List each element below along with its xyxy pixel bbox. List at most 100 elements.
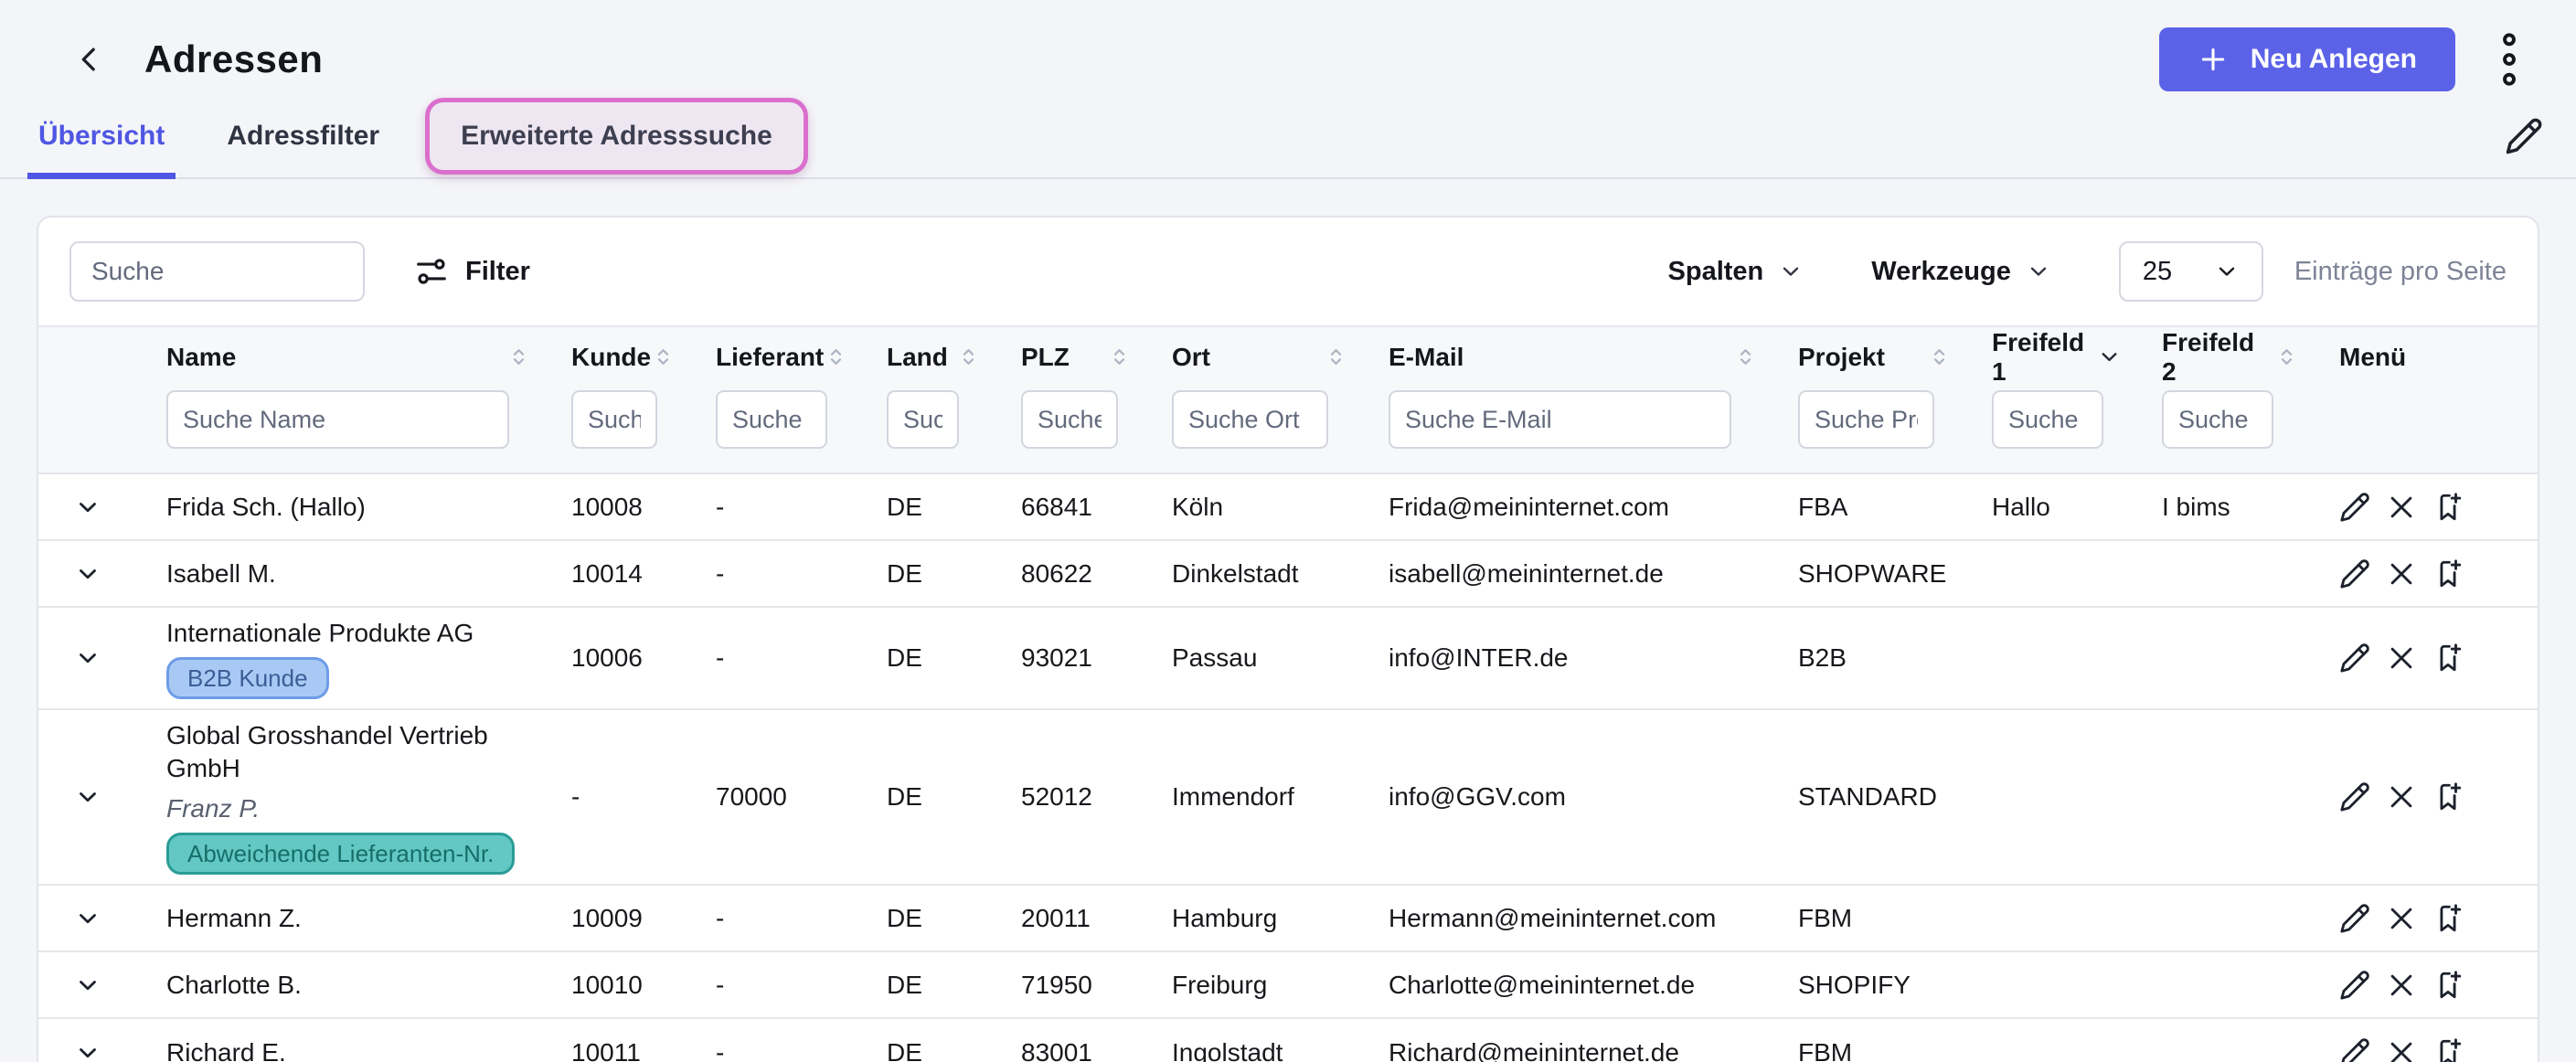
expand-row-button[interactable] [70, 490, 105, 525]
duplicate-row-button[interactable] [2432, 558, 2464, 589]
new-entry-button[interactable]: Neu Anlegen [2159, 27, 2455, 91]
page-size-select[interactable]: 25 [2119, 241, 2263, 302]
edit-row-button[interactable] [2339, 643, 2370, 674]
duplicate-row-button[interactable] [2432, 1037, 2464, 1062]
duplicate-row-button[interactable] [2432, 903, 2464, 934]
chevron-down-icon [74, 905, 101, 932]
expand-row-button[interactable] [70, 641, 105, 675]
sort-chevrons-icon [2274, 345, 2299, 369]
expand-row-button[interactable] [70, 780, 105, 814]
delete-row-button[interactable] [2386, 903, 2417, 934]
row-subname: Franz P. [166, 792, 260, 825]
edit-row-button[interactable] [2339, 970, 2370, 1001]
duplicate-row-button[interactable] [2432, 643, 2464, 674]
column-search-kunde[interactable] [571, 390, 657, 449]
edit-row-button[interactable] [2339, 903, 2370, 934]
cell-land: DE [887, 491, 1021, 524]
table-row: Global Grosshandel Vertrieb GmbH Franz P… [38, 710, 2538, 886]
bookmark-plus-icon [2432, 903, 2464, 934]
column-header-freifeld1[interactable]: Freifeld 1 [1992, 328, 2162, 387]
chevron-down-icon [74, 644, 101, 672]
cell-lieferant: - [716, 969, 887, 1002]
column-header-ort[interactable]: Ort [1172, 343, 1389, 372]
cell-lieferant: - [716, 902, 887, 935]
entries-per-page-label: Einträge pro Seite [2294, 257, 2507, 287]
edit-button[interactable] [2505, 117, 2543, 155]
column-search-plz[interactable] [1021, 390, 1118, 449]
tools-dropdown[interactable]: Werkzeuge [1871, 257, 2051, 287]
delete-row-button[interactable] [2386, 643, 2417, 674]
cell-ort: Hamburg [1172, 902, 1389, 935]
edit-row-button[interactable] [2339, 1037, 2370, 1062]
search-input[interactable] [69, 241, 365, 302]
pencil-icon [2505, 117, 2543, 155]
delete-row-button[interactable] [2386, 1037, 2417, 1062]
expand-row-button[interactable] [70, 557, 105, 591]
tab-erweiterte-adresssuche[interactable]: Erweiterte Adresssuche [425, 98, 808, 175]
cell-ort: Ingolstadt [1172, 1036, 1389, 1062]
duplicate-row-button[interactable] [2432, 781, 2464, 812]
row-name: Internationale Produkte AG [166, 617, 474, 650]
edit-row-button[interactable] [2339, 781, 2370, 812]
cell-email: Richard@meininternet.de [1389, 1036, 1798, 1062]
tab-bar: Übersicht Adressfilter Erweiterte Adress… [0, 95, 2576, 179]
column-header-kunde[interactable]: Kunde [571, 343, 716, 372]
column-header-land[interactable]: Land [887, 343, 1021, 372]
delete-row-button[interactable] [2386, 970, 2417, 1001]
cell-projekt: B2B [1798, 642, 1992, 674]
tab-adressfilter[interactable]: Adressfilter [216, 95, 390, 177]
column-header-projekt[interactable]: Projekt [1798, 343, 1992, 372]
column-header-freifeld2[interactable]: Freifeld 2 [2162, 328, 2339, 387]
cell-lieferant: 70000 [716, 781, 887, 813]
sort-chevrons-icon [1733, 345, 1758, 369]
bookmark-plus-icon [2432, 558, 2464, 589]
duplicate-row-button[interactable] [2432, 970, 2464, 1001]
back-button[interactable] [71, 41, 108, 78]
expand-row-button[interactable] [70, 968, 105, 1003]
row-tag-badge: Abweichende Lieferanten-Nr. [166, 833, 515, 875]
delete-row-button[interactable] [2386, 781, 2417, 812]
sort-chevrons-icon [506, 345, 531, 369]
more-options-button[interactable] [2496, 31, 2523, 88]
cell-land: DE [887, 781, 1021, 813]
pencil-icon [2339, 781, 2370, 812]
cell-kunde: 10006 [571, 642, 716, 674]
columns-dropdown[interactable]: Spalten [1668, 257, 1804, 287]
delete-row-button[interactable] [2386, 558, 2417, 589]
column-header-email[interactable]: E-Mail [1389, 343, 1798, 372]
x-icon [2386, 492, 2417, 523]
pencil-icon [2339, 643, 2370, 674]
column-search-ort[interactable] [1172, 390, 1328, 449]
filter-button[interactable]: Filter [414, 254, 530, 289]
chevron-down-icon [2214, 259, 2240, 284]
table-row: Frida Sch. (Hallo) 10008 - DE 66841 Köln… [38, 474, 2538, 541]
expand-row-button[interactable] [70, 1035, 105, 1062]
column-header-lieferant[interactable]: Lieferant [716, 343, 887, 372]
duplicate-row-button[interactable] [2432, 492, 2464, 523]
chevron-down-icon [74, 560, 101, 588]
column-search-name[interactable] [166, 390, 509, 449]
column-search-freifeld2[interactable] [2162, 390, 2273, 449]
column-search-freifeld1[interactable] [1992, 390, 2103, 449]
row-name: Global Grosshandel Vertrieb GmbH [166, 719, 544, 785]
cell-freifeld2: I bims [2162, 491, 2339, 524]
column-header-plz[interactable]: PLZ [1021, 343, 1172, 372]
chevron-down-icon [74, 494, 101, 521]
pencil-icon [2339, 903, 2370, 934]
column-search-projekt[interactable] [1798, 390, 1934, 449]
edit-row-button[interactable] [2339, 492, 2370, 523]
column-search-lieferant[interactable] [716, 390, 827, 449]
bookmark-plus-icon [2432, 970, 2464, 1001]
cell-land: DE [887, 969, 1021, 1002]
column-header-name[interactable]: Name [166, 343, 571, 372]
column-search-row [38, 387, 2538, 474]
table-row: Isabell M. 10014 - DE 80622 Dinkelstadt … [38, 541, 2538, 608]
sort-chevrons-icon [824, 345, 848, 369]
expand-row-button[interactable] [70, 901, 105, 936]
column-search-email[interactable] [1389, 390, 1731, 449]
x-icon [2386, 643, 2417, 674]
delete-row-button[interactable] [2386, 492, 2417, 523]
tab-uebersicht[interactable]: Übersicht [27, 95, 176, 177]
edit-row-button[interactable] [2339, 558, 2370, 589]
column-search-land[interactable] [887, 390, 959, 449]
